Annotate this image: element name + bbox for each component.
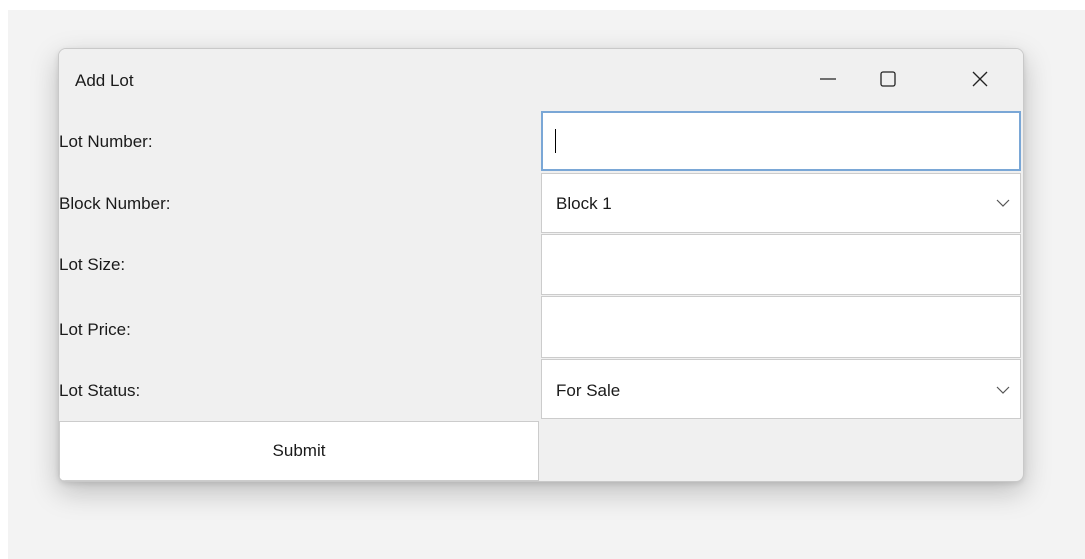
minimize-icon <box>820 78 836 80</box>
close-button[interactable] <box>951 49 1009 109</box>
row-lot-price: Lot Price: <box>59 296 1023 358</box>
window-title: Add Lot <box>75 71 134 90</box>
row-block-number: Block Number: Block 1 <box>59 173 1023 233</box>
lot-price-input[interactable] <box>541 296 1021 358</box>
lot-status-select[interactable]: For Sale <box>541 359 1021 419</box>
lot-status-selected: For Sale <box>556 381 621 400</box>
block-number-label: Block Number: <box>59 194 171 213</box>
block-number-select[interactable]: Block 1 <box>541 173 1021 233</box>
backdrop-left <box>0 0 8 559</box>
lot-size-input[interactable] <box>541 234 1021 295</box>
block-number-selected: Block 1 <box>556 194 612 213</box>
row-lot-size: Lot Size: <box>59 234 1023 295</box>
lot-status-label: Lot Status: <box>59 381 141 400</box>
add-lot-window: Add Lot Lot Number: Block Number: Block … <box>58 48 1024 482</box>
title-bar[interactable]: Add Lot <box>59 49 1023 109</box>
maximize-icon <box>880 71 896 87</box>
screen-background: Add Lot Lot Number: Block Number: Block … <box>0 0 1085 559</box>
lot-price-label: Lot Price: <box>59 320 131 339</box>
chevron-down-icon <box>996 199 1010 207</box>
row-lot-number: Lot Number: <box>59 111 1023 171</box>
close-icon <box>972 71 988 87</box>
submit-button[interactable]: Submit <box>59 421 539 481</box>
maximize-button[interactable] <box>859 49 917 109</box>
lot-number-input[interactable] <box>541 111 1021 171</box>
chevron-down-icon <box>996 386 1010 394</box>
minimize-button[interactable] <box>799 49 857 109</box>
lot-number-label: Lot Number: <box>59 132 153 151</box>
lot-size-label: Lot Size: <box>59 255 126 274</box>
backdrop-top <box>0 0 1085 10</box>
row-lot-status: Lot Status: For Sale <box>59 359 1023 419</box>
text-caret <box>555 129 556 153</box>
